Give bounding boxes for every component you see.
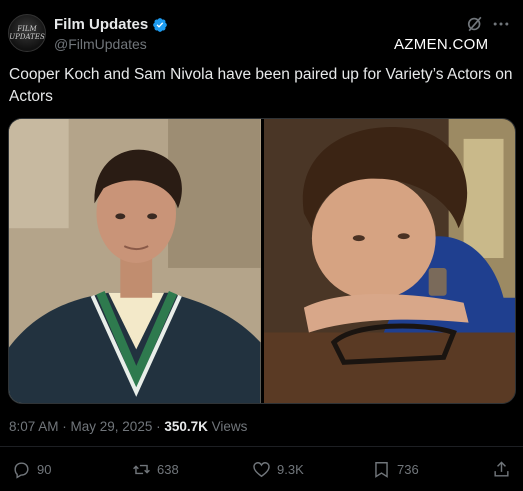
bookmark-icon [375,462,388,478]
divider [0,446,523,447]
grok-icon[interactable] [465,14,485,34]
post-timestamp[interactable]: 8:07 AM · May 29, 2025 · [9,419,164,434]
bookmark-count: 736 [397,462,419,477]
reply-count: 90 [37,462,52,477]
author-name-row: Film Updates [54,16,168,33]
share-button[interactable] [492,460,517,479]
share-icon [494,461,509,477]
avatar-text-line2: UPDATES [9,33,45,41]
repost-count: 638 [157,462,179,477]
like-icon [253,462,270,478]
reply-button[interactable]: 90 [12,460,51,479]
reply-icon [14,462,29,479]
avatar[interactable]: FILM UPDATES [8,14,46,52]
views-count: 350.7K [164,419,208,434]
photo-right-illustration [263,119,515,403]
post-timestamp-row: 8:07 AM · May 29, 2025 · 350.7K Views [9,419,247,434]
repost-button[interactable]: 638 [132,460,179,479]
like-count: 9.3K [277,462,304,477]
photo-cooper-koch[interactable] [9,119,261,403]
views-label: Views [207,419,248,434]
action-bar: 90 638 9.3K 736 [10,460,515,482]
photo-sam-nivola[interactable] [263,119,515,403]
like-button[interactable]: 9.3K [252,460,304,479]
more-icon[interactable] [491,14,511,34]
post-media[interactable] [8,118,516,404]
watermark: AZMEN.COM [394,36,489,53]
photo-left-illustration [9,119,261,403]
author-display-name[interactable]: Film Updates [54,16,148,33]
post-text: Cooper Koch and Sam Nivola have been pai… [9,66,513,105]
bookmark-button[interactable]: 736 [372,460,419,479]
repost-icon [133,464,150,475]
avatar-text-line1: FILM [17,25,37,33]
author-handle[interactable]: @FilmUpdates [54,36,147,52]
verified-badge-icon[interactable] [152,17,168,33]
